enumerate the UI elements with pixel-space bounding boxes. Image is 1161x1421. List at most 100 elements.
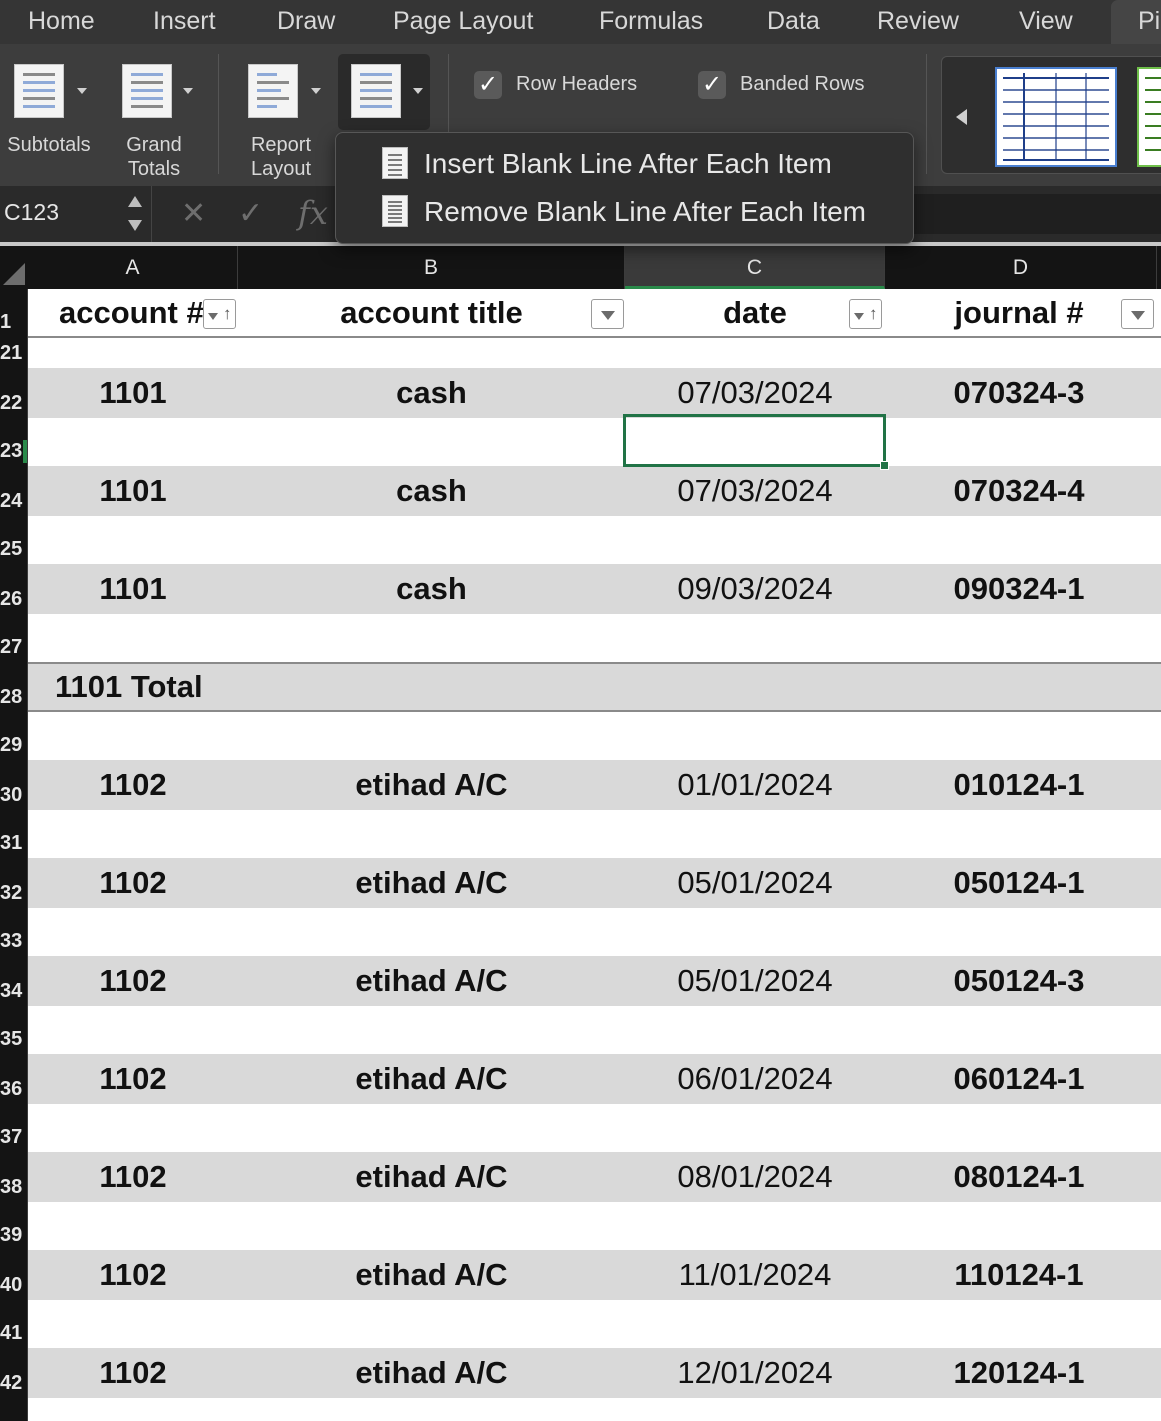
name-box[interactable]: C123: [0, 186, 152, 242]
cell-account-number[interactable]: 1102: [28, 1250, 238, 1300]
cell-date[interactable]: 11/01/2024: [625, 1250, 885, 1300]
stepper-up-icon[interactable]: [128, 196, 142, 207]
row-number[interactable]: 29: [0, 734, 27, 757]
select-all-corner[interactable]: [0, 246, 28, 289]
cell-journal-number[interactable]: 060124-1: [885, 1054, 1153, 1104]
row-number[interactable]: 24: [0, 490, 27, 513]
row-number[interactable]: 31: [0, 832, 27, 855]
tab-page-layout[interactable]: Page Layout: [393, 0, 533, 44]
row-number[interactable]: 26: [0, 588, 27, 611]
menu-item-insert-blank-line[interactable]: Insert Blank Line After Each Item: [336, 140, 913, 188]
tab-formulas[interactable]: Formulas: [599, 0, 703, 44]
cell-account-title[interactable]: etihad A/C: [238, 1250, 625, 1300]
row-number[interactable]: 1: [0, 311, 27, 334]
cell-journal-number[interactable]: 070324-4: [885, 466, 1153, 516]
cell-subtotal-label[interactable]: 1101 Total: [55, 664, 355, 710]
row-number[interactable]: 28: [0, 686, 27, 709]
cell-date[interactable]: 06/01/2024: [625, 1054, 885, 1104]
cell-journal-number[interactable]: 050124-1: [885, 858, 1153, 908]
journal-number-filter-button[interactable]: [1121, 299, 1154, 329]
cell-account-title[interactable]: etihad A/C: [238, 760, 625, 810]
account-number-filter-button[interactable]: ↑: [203, 299, 236, 329]
row-number[interactable]: 21: [0, 342, 27, 365]
row-number[interactable]: 30: [0, 784, 27, 807]
cell-journal-number[interactable]: 080124-1: [885, 1152, 1153, 1202]
cell-account-number[interactable]: 1101: [28, 368, 238, 418]
fill-handle[interactable]: [880, 461, 889, 470]
cell-date[interactable]: 01/01/2024: [625, 760, 885, 810]
cell-account-title[interactable]: etihad A/C: [238, 1054, 625, 1104]
style-thumbnail-green[interactable]: [1137, 67, 1161, 167]
row-number[interactable]: 25: [0, 538, 27, 561]
cancel-icon[interactable]: ✕: [181, 196, 206, 231]
cell-date[interactable]: 05/01/2024: [625, 956, 885, 1006]
cell-date[interactable]: 08/01/2024: [625, 1152, 885, 1202]
stepper-down-icon[interactable]: [128, 220, 142, 231]
tab-data[interactable]: Data: [767, 0, 820, 44]
cell-journal-number[interactable]: 010124-1: [885, 760, 1153, 810]
row-number[interactable]: 38: [0, 1176, 27, 1199]
tab-draw[interactable]: Draw: [277, 0, 335, 44]
style-thumbnail-selected[interactable]: [995, 67, 1117, 167]
row-number[interactable]: 41: [0, 1322, 27, 1345]
cell-journal-number[interactable]: 110124-1: [885, 1250, 1153, 1300]
cell-account-title[interactable]: cash: [238, 466, 625, 516]
row-number[interactable]: 23: [0, 440, 27, 463]
cell-account-number[interactable]: 1102: [28, 760, 238, 810]
tab-view[interactable]: View: [1019, 0, 1073, 44]
column-header-a[interactable]: A: [28, 246, 238, 289]
cell-journal-number[interactable]: 050124-3: [885, 956, 1153, 1006]
cell-account-number[interactable]: 1101: [28, 466, 238, 516]
enter-check-icon[interactable]: ✓: [238, 196, 263, 231]
row-number[interactable]: 36: [0, 1078, 27, 1101]
column-header-b[interactable]: B: [238, 246, 625, 289]
cell-date[interactable]: 09/03/2024: [625, 564, 885, 614]
column-header-d[interactable]: D: [885, 246, 1157, 289]
account-title-filter-button[interactable]: [591, 299, 624, 329]
insert-function-icon[interactable]: fx: [298, 194, 328, 232]
cell-account-number[interactable]: 1102: [28, 1054, 238, 1104]
row-number[interactable]: 27: [0, 636, 27, 659]
active-cell-c123[interactable]: [623, 414, 889, 470]
cell-journal-number[interactable]: 120124-1: [885, 1348, 1153, 1398]
cell-account-number[interactable]: 1102: [28, 858, 238, 908]
gallery-left-arrow-icon[interactable]: [956, 109, 967, 125]
row-number[interactable]: 33: [0, 930, 27, 953]
cell-date[interactable]: 07/03/2024: [625, 466, 885, 516]
cell-journal-number[interactable]: 070324-3: [885, 368, 1153, 418]
menu-item-remove-blank-line[interactable]: Remove Blank Line After Each Item: [336, 188, 913, 236]
blank-rows-button[interactable]: [338, 54, 430, 130]
cell-account-number[interactable]: 1101: [28, 564, 238, 614]
cell-account-title[interactable]: etihad A/C: [238, 1348, 625, 1398]
row-number[interactable]: 40: [0, 1274, 27, 1297]
row-number[interactable]: 39: [0, 1224, 27, 1247]
grand-totals-button[interactable]: Grand Totals: [108, 44, 208, 186]
tab-insert[interactable]: Insert: [153, 0, 216, 44]
row-number[interactable]: 42: [0, 1372, 27, 1395]
tab-pivottable-active[interactable]: Pi: [1111, 0, 1161, 44]
row-number[interactable]: 32: [0, 882, 27, 905]
cell-account-number[interactable]: 1102: [28, 1348, 238, 1398]
cell-journal-number[interactable]: 090324-1: [885, 564, 1153, 614]
row-number[interactable]: 34: [0, 980, 27, 1003]
row-number[interactable]: 37: [0, 1126, 27, 1149]
cell-account-title[interactable]: cash: [238, 368, 625, 418]
tab-review[interactable]: Review: [877, 0, 959, 44]
cell-account-title[interactable]: etihad A/C: [238, 1152, 625, 1202]
cell-account-title[interactable]: etihad A/C: [238, 956, 625, 1006]
subtotals-button[interactable]: Subtotals: [0, 44, 100, 186]
cell-account-number[interactable]: 1102: [28, 1152, 238, 1202]
tab-home[interactable]: Home: [28, 0, 95, 44]
row-number[interactable]: 22: [0, 392, 27, 415]
row-headers-checkbox[interactable]: ✓ Row Headers: [474, 71, 674, 101]
cell-date[interactable]: 07/03/2024: [625, 368, 885, 418]
cell-account-number[interactable]: 1102: [28, 956, 238, 1006]
cell-date[interactable]: 12/01/2024: [625, 1348, 885, 1398]
row-number[interactable]: 35: [0, 1028, 27, 1051]
cell-date[interactable]: 05/01/2024: [625, 858, 885, 908]
column-header-c[interactable]: C: [625, 246, 885, 289]
banded-rows-checkbox[interactable]: ✓ Banded Rows: [698, 71, 908, 101]
spreadsheet-grid[interactable]: A B C D 1 21 22 23 24 25 26 27 28 29 30 31 32 33 34 35 3…: [0, 246, 1161, 1421]
cell-account-title[interactable]: cash: [238, 564, 625, 614]
report-layout-button[interactable]: Report Layout: [236, 44, 332, 186]
